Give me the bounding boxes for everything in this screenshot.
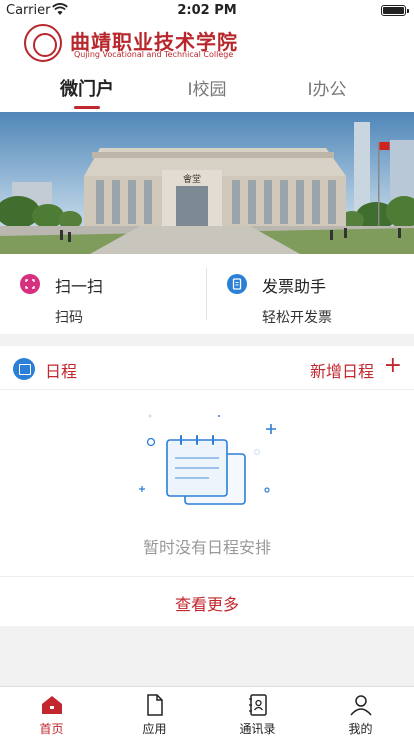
college-name-en: Qujing Vocational and Technical College [74,50,234,59]
battery-icon [381,5,409,16]
tabbar-apps[interactable]: 应用 [103,687,206,736]
quick-actions: 扫一扫 扫码 发票助手 轻松开发票 [0,254,414,334]
view-more-button[interactable]: 查看更多 [0,591,414,615]
plus-icon[interactable]: + [384,354,402,378]
clock: 2:02 PM [177,3,237,18]
campus-banner[interactable]: 會堂 [0,112,414,254]
tabbar-apps-label: 应用 [142,722,167,736]
empty-schedule-illustration [139,414,276,505]
tab-office[interactable]: I办公 [282,75,372,111]
tabbar-home-label: 首页 [39,722,64,736]
schedule-title: 日程 [45,362,78,381]
empty-schedule-text: 暂时没有日程安排 [142,538,271,557]
invoice-title: 发票助手 [262,277,327,296]
banner-plaque-text: 會堂 [183,173,201,185]
top-tabs: 微门户 I校园 I办公 [0,75,414,111]
bottom-tab-bar: 首页 应用 通讯录 我的 [0,686,414,736]
tabbar-contacts[interactable]: 通讯录 [206,687,309,736]
header: 曲靖职业技术学院 Qujing Vocational and Technical… [0,20,414,112]
schedule-card: 日程 新增日程 + 暂时没有日程安排 查看更多 [0,346,414,626]
home-icon [42,696,62,714]
contacts-icon [249,694,267,716]
tabbar-contacts-label: 通讯录 [239,722,276,736]
college-logo-icon [24,24,62,62]
tabbar-home[interactable]: 首页 [0,687,103,736]
tab-micro-portal[interactable]: 微门户 [42,75,132,111]
calendar-icon [13,358,35,380]
scan-icon [20,274,40,294]
banner-image: 會堂 [0,112,414,254]
document-icon [147,694,163,716]
scan-subtitle: 扫码 [55,310,83,326]
scan-title: 扫一扫 [55,277,104,296]
tabbar-me[interactable]: 我的 [309,687,412,736]
invoice-icon [227,274,247,294]
invoice-subtitle: 轻松开发票 [262,310,332,326]
invoice-action[interactable]: 发票助手 轻松开发票 [207,254,414,334]
divider [0,576,414,577]
user-icon [350,695,372,716]
tabbar-me-label: 我的 [348,722,373,736]
status-bar: Carrier 2:02 PM [0,0,414,20]
schedule-header: 日程 新增日程 + [0,346,414,390]
add-schedule-button[interactable]: 新增日程 [310,358,374,382]
tab-campus[interactable]: I校园 [162,75,252,111]
scan-action[interactable]: 扫一扫 扫码 [0,254,207,334]
